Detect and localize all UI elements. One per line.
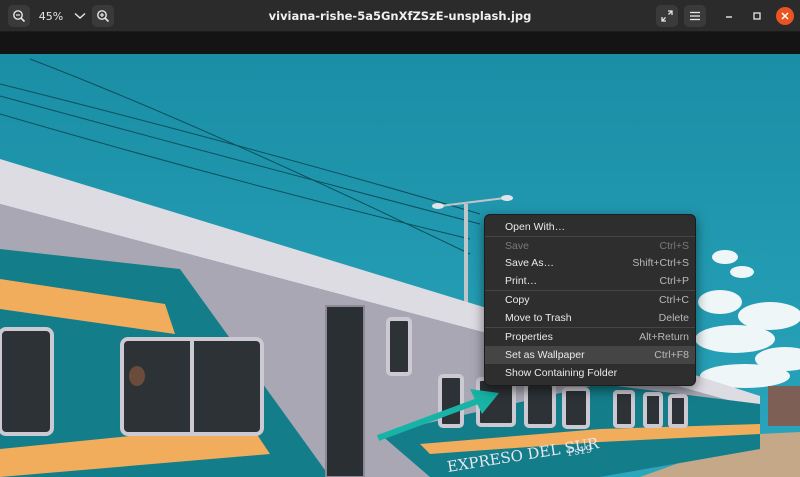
zoom-out-icon: [13, 10, 26, 23]
zoom-level-label[interactable]: 45%: [34, 5, 68, 27]
minimize-button[interactable]: [718, 5, 740, 27]
menu-item-shortcut: Ctrl+F8: [654, 349, 689, 362]
building: [768, 386, 800, 426]
menu-item-print[interactable]: Print… Ctrl+P: [485, 272, 695, 290]
menu-item-label: Save As…: [505, 257, 555, 270]
menu-item-move-to-trash[interactable]: Move to Trash Delete: [485, 309, 695, 327]
menu-item-shortcut: Alt+Return: [639, 330, 689, 343]
header-bar: 45% viviana-rishe-5a5GnXfZSzE-unsplash.j…: [0, 0, 800, 32]
menu-item-shortcut: Delete: [658, 311, 689, 324]
menu-item-label: Save: [505, 239, 529, 252]
maximize-button[interactable]: [746, 5, 768, 27]
menu-item-open-with[interactable]: Open With…: [485, 218, 695, 236]
menu-item-shortcut: Shift+Ctrl+S: [632, 257, 689, 270]
maximize-icon: [753, 12, 761, 20]
menu-item-label: Move to Trash: [505, 311, 572, 324]
menu-item-save-as[interactable]: Save As… Shift+Ctrl+S: [485, 255, 695, 273]
menu-item-properties[interactable]: Properties Alt+Return: [485, 328, 695, 346]
menu-item-set-as-wallpaper[interactable]: Set as Wallpaper Ctrl+F8: [485, 346, 695, 365]
menu-item-show-containing-folder[interactable]: Show Containing Folder: [485, 364, 695, 382]
menu-item-label: Show Containing Folder: [505, 367, 618, 380]
passenger: [129, 366, 145, 386]
menu-item-shortcut: Ctrl+S: [659, 239, 689, 252]
menu-item-shortcut: Ctrl+P: [659, 275, 689, 288]
zoom-out-button[interactable]: [8, 5, 30, 27]
zoom-in-button[interactable]: [92, 5, 114, 27]
fullscreen-icon: [661, 10, 673, 22]
fullscreen-button[interactable]: [656, 5, 678, 27]
close-button[interactable]: [776, 7, 794, 25]
menu-item-save[interactable]: Save Ctrl+S: [485, 237, 695, 255]
close-icon: [781, 12, 789, 20]
context-menu: Open With… Save Ctrl+S Save As… Shift+Ct…: [484, 214, 696, 387]
zoom-in-icon: [97, 10, 110, 23]
menu-item-label: Print…: [505, 275, 538, 288]
menu-item-label: Open With…: [505, 220, 566, 233]
menu-item-shortcut: Ctrl+C: [658, 294, 689, 307]
window-title: viviana-rishe-5a5GnXfZSzE-unsplash.jpg: [268, 9, 532, 23]
menu-item-label: Copy: [505, 294, 530, 307]
menu-item-copy[interactable]: Copy Ctrl+C: [485, 291, 695, 309]
chevron-down-icon: [74, 12, 86, 19]
train-door: [325, 305, 365, 477]
menu-item-label: Set as Wallpaper: [505, 349, 585, 362]
menu-item-label: Properties: [505, 330, 553, 343]
main-menu-button[interactable]: [684, 5, 706, 27]
zoom-menu-button[interactable]: [70, 5, 90, 27]
hamburger-menu-icon: [690, 11, 700, 21]
minimize-icon: [726, 16, 732, 18]
